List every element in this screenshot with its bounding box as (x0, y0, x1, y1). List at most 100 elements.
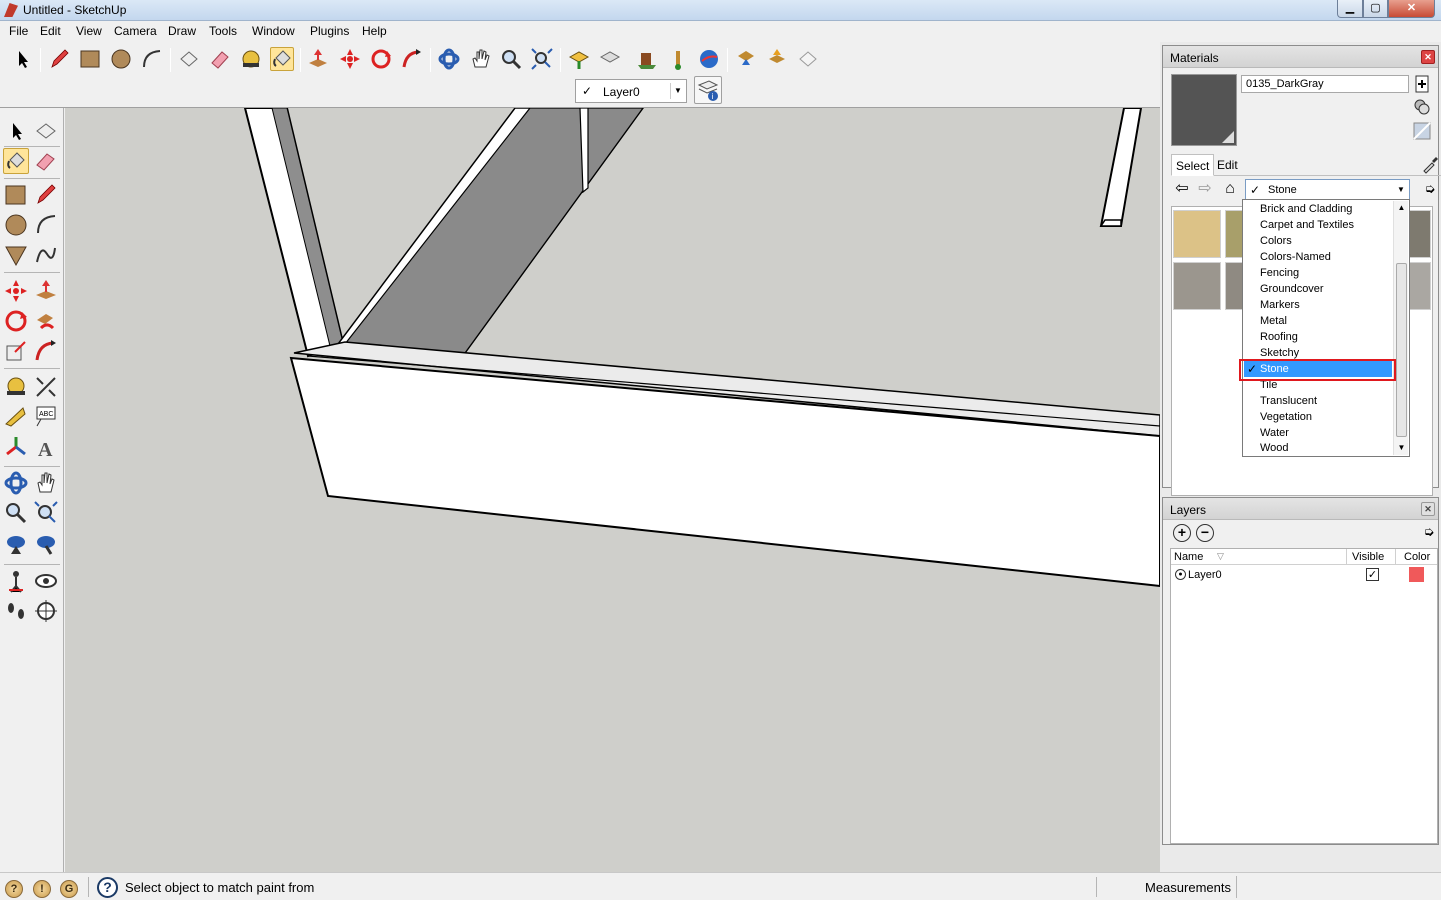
eraser-icon[interactable] (33, 148, 59, 174)
pencil-icon[interactable] (33, 182, 59, 208)
scale-icon[interactable] (3, 338, 29, 364)
protractor-icon[interactable] (3, 404, 29, 430)
get-models-icon[interactable] (567, 47, 591, 71)
material-name-field[interactable]: 0135_DarkGray (1241, 75, 1409, 93)
collection-option[interactable]: Wood (1244, 440, 1392, 456)
zoom-icon[interactable] (499, 47, 523, 71)
menu-plugins[interactable]: Plugins (310, 24, 349, 38)
text-icon[interactable]: ABC (33, 404, 59, 430)
menu-camera[interactable]: Camera (114, 24, 157, 38)
3d-text-icon[interactable]: A (33, 434, 59, 461)
google-sign-in-icon[interactable]: G (60, 880, 78, 898)
get-models-warehouse-icon[interactable] (734, 47, 758, 71)
measurements-input[interactable] (1236, 876, 1439, 898)
default-material-icon[interactable] (1413, 98, 1431, 116)
menu-file[interactable]: File (9, 24, 28, 38)
collection-option[interactable]: Markers (1244, 297, 1392, 313)
delete-layer-button[interactable]: − (1196, 524, 1214, 542)
close-button[interactable]: ✕ (1388, 0, 1435, 18)
layer-name[interactable]: Layer0 (1188, 569, 1222, 581)
orbit-icon[interactable] (437, 47, 461, 71)
menu-view[interactable]: View (76, 24, 102, 38)
add-layer-button[interactable]: + (1173, 524, 1191, 542)
scrollbar-thumb[interactable] (1396, 263, 1407, 437)
rectangle-icon[interactable] (78, 47, 102, 71)
arc-icon[interactable] (140, 47, 164, 71)
details-arrow-icon[interactable]: ➭ (1420, 524, 1438, 542)
circle-icon[interactable] (109, 47, 133, 71)
share-component-icon[interactable] (666, 47, 690, 71)
push-pull-icon[interactable] (33, 278, 59, 304)
tab-edit[interactable]: Edit (1213, 154, 1242, 176)
make-component-icon[interactable] (177, 47, 201, 71)
collection-option[interactable]: Metal (1244, 313, 1392, 329)
zoom-extents-icon[interactable] (530, 47, 554, 71)
drawing-viewport[interactable] (65, 108, 1160, 872)
collection-option[interactable]: Colors (1244, 233, 1392, 249)
collection-select[interactable]: ✓ Stone ▼ (1245, 179, 1410, 201)
forward-arrow-icon[interactable]: ⇨ (1196, 181, 1214, 199)
arc-icon[interactable] (33, 212, 59, 238)
tape-measure-icon[interactable] (3, 374, 29, 400)
zoom-window-icon[interactable] (33, 500, 59, 526)
offset-icon[interactable] (33, 338, 59, 364)
tab-select[interactable]: Select (1171, 154, 1215, 176)
collection-option[interactable]: Vegetation (1244, 409, 1392, 425)
follow-me-icon[interactable] (400, 47, 424, 71)
axes-icon[interactable] (3, 434, 29, 460)
move-icon[interactable] (3, 278, 29, 304)
zoom-icon[interactable] (3, 500, 29, 526)
column-name[interactable]: Name (1174, 551, 1203, 563)
layer-manager-icon[interactable]: i (694, 76, 722, 104)
collection-option[interactable]: Water (1244, 425, 1392, 441)
maximize-button[interactable]: ▢ (1363, 0, 1388, 18)
paint-bucket-icon[interactable] (3, 148, 29, 174)
orbit-icon[interactable] (3, 470, 29, 496)
credits-icon[interactable]: ! (33, 880, 51, 898)
share-model-icon[interactable] (598, 47, 622, 71)
details-arrow-icon[interactable]: ➭ (1421, 181, 1439, 199)
follow-me-icon[interactable] (33, 308, 59, 334)
section-plane-icon[interactable] (33, 598, 59, 624)
paint-bucket-icon[interactable] (270, 47, 294, 71)
chevron-down-icon[interactable]: ▼ (1394, 182, 1408, 198)
help-icon[interactable]: ? (97, 877, 118, 898)
menu-edit[interactable]: Edit (40, 24, 61, 38)
material-thumbnail[interactable] (1173, 210, 1221, 258)
pan-icon[interactable] (468, 47, 492, 71)
dropdown-scrollbar[interactable]: ▲ ▼ (1393, 201, 1408, 455)
freehand-icon[interactable] (33, 242, 59, 268)
create-material-icon[interactable] (1413, 75, 1431, 93)
circle-icon[interactable] (3, 212, 29, 238)
table-row[interactable]: ● Layer0 ✓ (1171, 567, 1437, 585)
sample-swatch-icon[interactable] (1413, 122, 1431, 140)
push-pull-icon[interactable] (306, 47, 330, 71)
dimension-icon[interactable] (33, 374, 59, 400)
menu-help[interactable]: Help (362, 24, 387, 38)
extension-icon[interactable] (796, 47, 820, 71)
material-thumbnail[interactable] (1407, 262, 1431, 310)
material-thumbnail[interactable] (1407, 210, 1431, 258)
zoom-extents-icon[interactable] (33, 530, 59, 556)
material-thumbnail[interactable] (1173, 262, 1221, 310)
home-icon[interactable]: ⌂ (1221, 181, 1239, 199)
polygon-icon[interactable] (3, 242, 29, 268)
upload-models-icon[interactable] (765, 47, 789, 71)
menu-window[interactable]: Window (252, 24, 295, 38)
active-layer-radio[interactable]: ● (1175, 569, 1186, 580)
tape-measure-icon[interactable] (239, 47, 263, 71)
eraser-icon[interactable] (208, 47, 232, 71)
collection-option[interactable]: Translucent (1244, 393, 1392, 409)
select-icon[interactable] (3, 118, 29, 144)
preview-google-earth-icon[interactable] (697, 47, 721, 71)
walk-icon[interactable] (3, 598, 29, 624)
chevron-down-icon[interactable]: ▼ (670, 83, 685, 99)
eyedropper-icon[interactable] (1421, 156, 1439, 174)
scroll-down-icon[interactable]: ▼ (1394, 441, 1409, 455)
move-icon[interactable] (338, 47, 362, 71)
column-color[interactable]: Color (1404, 551, 1430, 563)
rotate-icon[interactable] (369, 47, 393, 71)
pencil-icon[interactable] (47, 47, 71, 71)
collection-option[interactable]: Carpet and Textiles (1244, 217, 1392, 233)
select-icon[interactable] (10, 47, 34, 71)
